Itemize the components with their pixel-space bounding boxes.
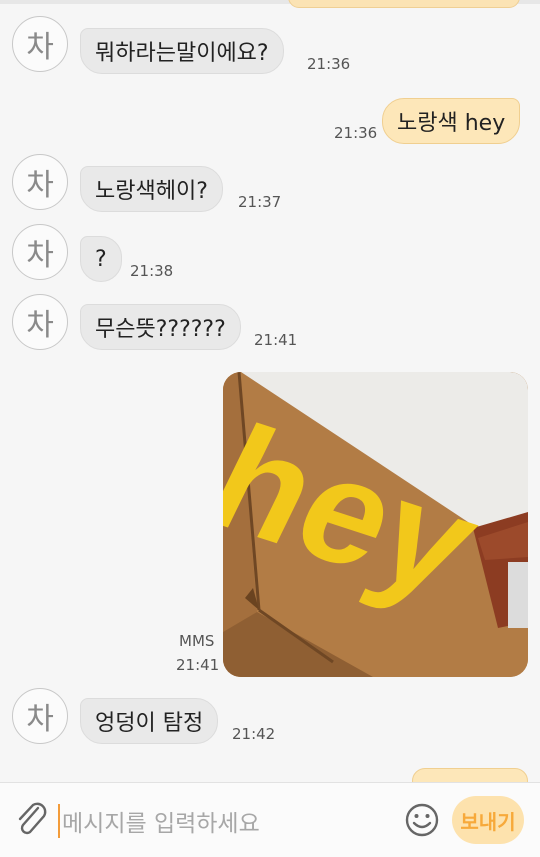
hey-box-image: hey	[223, 372, 528, 677]
avatar-initial: 차	[26, 702, 54, 737]
message-text: 뭐하라는말이에요?	[95, 41, 269, 66]
message-time: 21:36	[307, 55, 351, 73]
avatar-initial: 차	[26, 30, 54, 65]
paperclip-icon[interactable]	[14, 800, 50, 840]
message-time: 21:37	[238, 193, 282, 211]
avatar-initial: 차	[26, 238, 54, 273]
contact-avatar[interactable]: 차	[12, 16, 68, 72]
message-time: 21:42	[232, 725, 276, 743]
message-text: ?	[95, 246, 107, 272]
contact-avatar[interactable]: 차	[12, 224, 68, 280]
incoming-message[interactable]: 무슨뜻??????	[80, 304, 241, 350]
contact-avatar[interactable]: 차	[12, 154, 68, 210]
message-time: 21:41	[176, 656, 220, 674]
message-time: 21:38	[130, 262, 174, 280]
incoming-message[interactable]: 엉덩이 탐정	[80, 698, 219, 744]
incoming-message[interactable]: 뭐하라는말이에요?	[80, 28, 284, 74]
message-time: 21:36	[334, 124, 378, 142]
message-text: 무슨뜻??????	[95, 317, 226, 342]
message-text: 노랑색헤이?	[95, 179, 208, 204]
text-cursor	[58, 804, 60, 838]
message-text: 엉덩이 탐정	[95, 711, 204, 736]
send-button[interactable]: 보내기	[452, 796, 524, 844]
incoming-message[interactable]: 노랑색헤이?	[80, 166, 223, 212]
contact-avatar[interactable]: 차	[12, 688, 68, 744]
avatar-initial: 차	[26, 168, 54, 203]
message-input-placeholder: 메시지를 입력하세요	[62, 811, 260, 837]
outgoing-message[interactable]: 노랑색 hey	[382, 98, 521, 144]
send-button-label: 보내기	[460, 809, 516, 834]
avatar-initial: 차	[26, 308, 54, 343]
mms-photo[interactable]: hey	[223, 372, 528, 677]
message-input[interactable]: 메시지를 입력하세요	[58, 802, 388, 840]
emoji-icon[interactable]	[404, 802, 440, 838]
previous-outgoing-bubble	[288, 0, 520, 8]
message-text: 노랑색 hey	[397, 111, 506, 136]
incoming-message[interactable]: ?	[80, 236, 122, 282]
contact-avatar[interactable]: 차	[12, 294, 68, 350]
mms-label: MMS	[179, 632, 215, 650]
message-time: 21:41	[254, 331, 298, 349]
